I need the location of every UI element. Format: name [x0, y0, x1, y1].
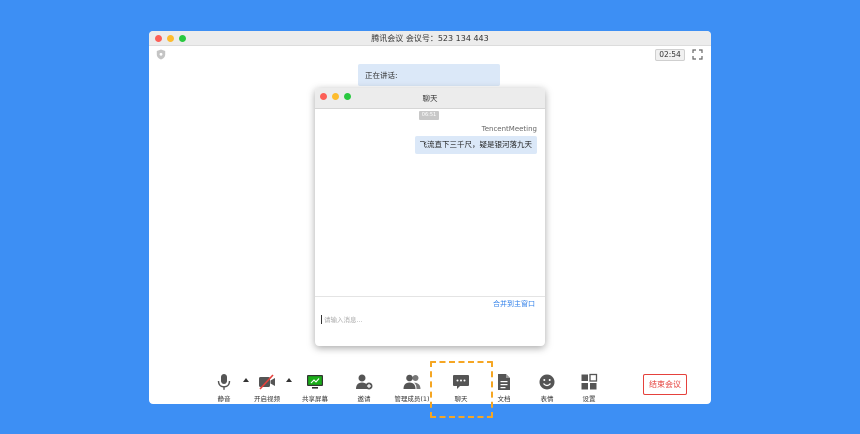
chat-titlebar: 聊天 [315, 88, 545, 109]
chat-input-area[interactable] [319, 312, 539, 342]
manage-members-button[interactable]: 管理成员(1) [390, 373, 434, 403]
manage-members-label: 管理成员(1) [394, 395, 430, 403]
share-screen-label: 共享屏幕 [302, 395, 328, 403]
fullscreen-icon[interactable] [692, 49, 703, 60]
meeting-topbar: 02:54 [149, 46, 711, 63]
share-screen-button[interactable]: 共享屏幕 [293, 373, 337, 403]
chat-title: 聊天 [422, 94, 438, 103]
speaking-indicator: 正在讲话: [358, 64, 500, 86]
start-video-label: 开启视频 [254, 395, 280, 403]
mute-label: 静音 [217, 395, 231, 403]
merge-to-main-window-link[interactable]: 合并到主窗口 [493, 299, 535, 309]
text-caret [321, 315, 322, 324]
chat-divider [315, 296, 545, 297]
speaking-label: 正在讲话: [365, 71, 398, 80]
microphone-icon [217, 374, 231, 390]
settings-label: 设置 [582, 395, 596, 403]
video-off-icon [259, 374, 275, 390]
start-video-button[interactable]: 开启视频 [245, 373, 289, 403]
chat-message-input[interactable] [324, 313, 524, 327]
video-options-chevron-icon[interactable] [286, 378, 292, 382]
settings-grid-icon [581, 373, 598, 390]
chat-message-bubble: 飞流直下三千尺，疑是银河落九天 [414, 136, 537, 154]
end-meeting-button[interactable]: 结束会议 [643, 374, 687, 395]
settings-button[interactable]: 设置 [567, 373, 611, 403]
emoji-button[interactable]: 表情 [525, 373, 569, 403]
documents-label: 文档 [497, 395, 511, 403]
smiley-icon [539, 374, 555, 390]
members-icon [403, 374, 421, 389]
document-icon [498, 374, 510, 390]
security-shield-icon[interactable] [156, 49, 166, 60]
chat-sender-name: TencentMeeting [481, 125, 537, 133]
share-screen-icon [307, 375, 323, 389]
window-title: 腾讯会议 会议号：523 134 443 [371, 34, 489, 43]
invite-label: 邀请 [357, 395, 371, 403]
add-user-icon [356, 374, 373, 390]
invite-button[interactable]: 邀请 [342, 373, 386, 403]
chat-button-highlight [430, 361, 493, 418]
chat-window: 聊天 06:51 TencentMeeting 飞流直下三千尺，疑是银河落九天 … [315, 88, 545, 346]
emoji-label: 表情 [540, 395, 554, 403]
mute-button[interactable]: 静音 [202, 373, 246, 403]
meeting-timer: 02:54 [655, 49, 685, 61]
chat-timestamp: 06:51 [419, 111, 439, 120]
window-titlebar: 腾讯会议 会议号：523 134 443 [149, 31, 711, 46]
